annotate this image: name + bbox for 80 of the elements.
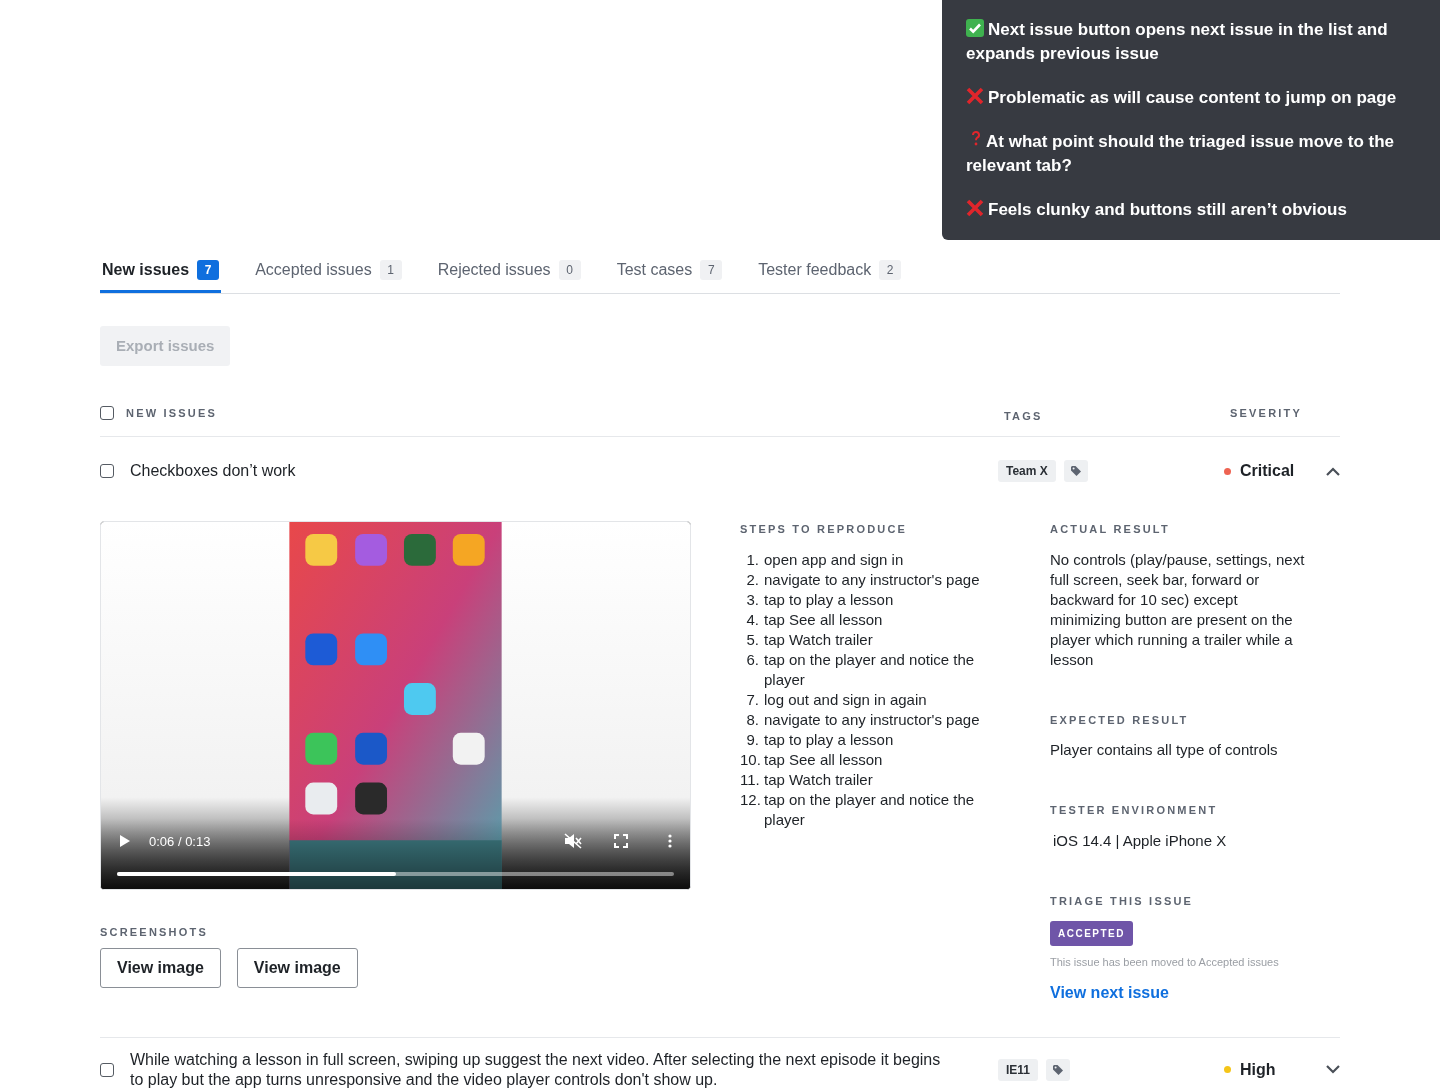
section-heading: STEPS TO REPRODUCE: [740, 522, 909, 537]
step-text: navigate to any instructor's page: [764, 569, 981, 590]
step-text: tap See all lesson: [764, 749, 884, 770]
add-tag-button[interactable]: [1063, 460, 1088, 482]
checkbox[interactable]: [100, 464, 114, 478]
section-heading: TRIAGE THIS ISSUE: [1050, 893, 1195, 909]
view-next-issue-link[interactable]: View next issue: [1050, 980, 1169, 1005]
checkmark-icon: [966, 19, 984, 37]
play-icon[interactable]: [119, 834, 131, 849]
issue-title[interactable]: Checkboxes don’t work: [130, 461, 998, 481]
step-text: tap Watch trailer: [764, 769, 874, 790]
tab-count: 2: [879, 260, 902, 280]
tab[interactable]: Tester feedback 2: [756, 258, 904, 293]
seek-bar[interactable]: [117, 872, 674, 876]
step-text: navigate to any instructor's page: [764, 709, 981, 730]
step-number: 2.: [745, 569, 760, 590]
step-number: 8.: [745, 709, 760, 730]
tab[interactable]: Test cases 7: [614, 258, 725, 293]
issue-title[interactable]: While watching a lesson in full screen, swiping up suggest the next video. After selecting the next episode it begins to play but the app turns unresponsive and the video player controls don't show up.: [130, 1049, 998, 1088]
note-text: Feels clunky and buttons still aren’t obvious: [966, 198, 1416, 222]
step-number: 6.: [745, 649, 760, 670]
step-number: 1.: [745, 549, 760, 570]
step-number: 4.: [745, 609, 760, 630]
checkbox[interactable]: [100, 406, 114, 420]
column-heading: NEW ISSUES: [126, 405, 219, 421]
step-text: open app and sign in: [764, 549, 905, 570]
cross-icon: [966, 87, 984, 105]
tab[interactable]: Rejected issues 0: [435, 258, 583, 293]
step-number: 10.: [740, 749, 762, 770]
step-number: 3.: [745, 589, 760, 610]
step-text: tap on the player and notice the player: [764, 789, 976, 830]
step-number: 9.: [745, 729, 760, 750]
tag-icon: [1070, 466, 1081, 476]
mute-icon[interactable]: [564, 833, 582, 850]
step-text: tap to play a lesson: [764, 589, 895, 610]
section-heading: EXPECTED RESULT: [1050, 712, 1190, 728]
note-text: At what point should the triaged issue move to the relevant tab?: [966, 130, 1396, 177]
section-heading: TESTER ENVIRONMENT: [1050, 803, 1219, 818]
step-text: log out and sign in again: [764, 689, 928, 710]
question-icon: [970, 130, 982, 148]
step-number: 12.: [740, 789, 762, 810]
triage-note: This issue has been moved to Accepted issues: [1050, 955, 1280, 970]
step-text: tap Watch trailer: [764, 629, 874, 650]
video-time: 0:06 / 0:13: [149, 832, 211, 851]
chevron-down-icon[interactable]: [1326, 1065, 1340, 1074]
view-image-button[interactable]: View image: [100, 947, 221, 988]
tag-icon: [1053, 1064, 1064, 1075]
add-tag-button[interactable]: [1046, 1058, 1071, 1081]
fullscreen-icon[interactable]: [614, 834, 628, 849]
tab-count: 0: [558, 260, 581, 280]
step-number: 7.: [745, 689, 760, 710]
status-badge: ACCEPTED: [1050, 921, 1133, 946]
section-heading: ACTUAL RESULT: [1050, 522, 1171, 537]
tab[interactable]: Accepted issues 1: [253, 258, 404, 293]
section-heading: SCREENSHOTS: [100, 925, 209, 940]
tab-count: 7: [197, 260, 220, 280]
tag-chip: Team X: [998, 460, 1056, 482]
step-number: 11.: [740, 769, 761, 790]
note-text: Problematic as will cause content to jump on page: [966, 86, 1416, 110]
severity-label: High: [1240, 1059, 1276, 1080]
tab-count: 7: [700, 260, 723, 280]
cross-icon: [966, 199, 984, 217]
view-image-button[interactable]: View image: [236, 947, 358, 988]
note-text: Next issue button opens next issue in the list and expands previous issue: [966, 18, 1389, 65]
video-player[interactable]: 0:06 / 0:13: [100, 521, 691, 890]
column-heading: TAGS: [1004, 408, 1044, 424]
severity-label: Critical: [1240, 461, 1295, 481]
step-text: tap See all lesson: [764, 609, 884, 630]
step-number: 5.: [745, 629, 760, 650]
tab[interactable]: New issues 7: [100, 258, 222, 293]
actual-result-text: No controls (play/pause, settings, next full screen, seek bar, forward or backward for 10 sec) except minimizing button are present on the player which running a trailer while a lesson: [1050, 549, 1305, 670]
tag-chip: IE11: [998, 1058, 1039, 1081]
tab-count: 1: [379, 260, 402, 280]
column-heading: SEVERITY: [1230, 405, 1303, 421]
environment-text: iOS 14.4 | Apple iPhone X: [1053, 830, 1228, 851]
chevron-up-icon[interactable]: [1326, 466, 1340, 476]
step-text: tap to play a lesson: [764, 729, 895, 750]
checkbox[interactable]: [100, 1062, 114, 1077]
expected-result-text: Player contains all type of controls: [1050, 740, 1279, 760]
more-icon[interactable]: [668, 834, 672, 849]
